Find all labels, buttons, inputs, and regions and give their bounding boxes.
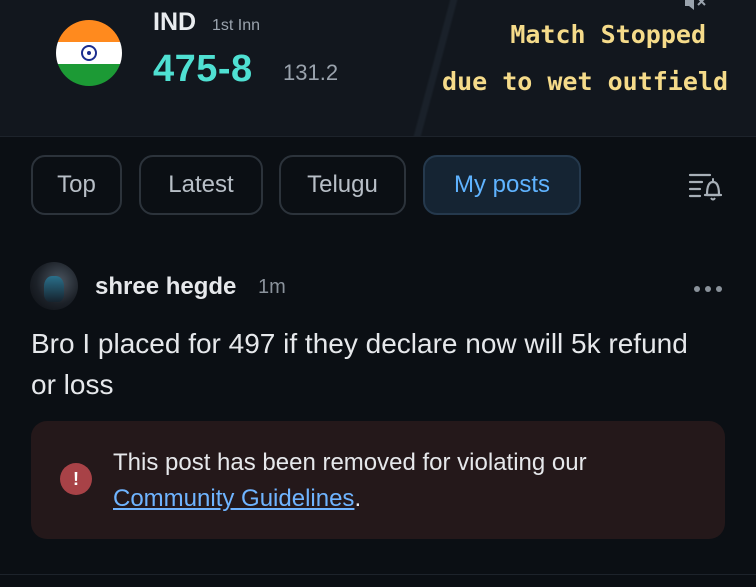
- more-options-icon[interactable]: [693, 285, 723, 293]
- overs-count: 131.2: [283, 60, 339, 85]
- post-body: Bro I placed for 497 if they declare now…: [31, 328, 688, 400]
- tab-my-posts[interactable]: My posts: [423, 155, 581, 215]
- removed-notice: ! This post has been removed for violati…: [31, 421, 725, 539]
- mute-icon[interactable]: [683, 0, 707, 10]
- match-status-line-2: due to wet outfield: [442, 67, 728, 96]
- community-guidelines-link[interactable]: Community Guidelines: [113, 485, 354, 512]
- divider: [0, 574, 756, 575]
- match-status-line-1: Match Stopped: [510, 20, 706, 49]
- post-author[interactable]: shree hegde: [95, 273, 236, 301]
- avatar[interactable]: [30, 262, 78, 310]
- post-time: 1m: [258, 276, 286, 298]
- removed-notice-text: This post has been removed for violating…: [113, 445, 703, 517]
- feed-tabs: Top Latest Telugu My posts: [0, 155, 756, 215]
- tab-top[interactable]: Top: [31, 155, 122, 215]
- score-header[interactable]: IND 1st Inn 475-8 131.2 Match Stopped du…: [0, 0, 756, 137]
- warning-icon: !: [60, 463, 92, 495]
- team-score: 475-8: [153, 48, 253, 90]
- team-name: IND: [153, 8, 197, 36]
- notification-filter-icon[interactable]: [688, 170, 722, 202]
- innings-label: 1st Inn: [212, 17, 261, 34]
- tab-telugu[interactable]: Telugu: [279, 155, 406, 215]
- removed-notice-message: This post has been removed for violating…: [113, 449, 587, 476]
- india-flag-icon: [56, 20, 122, 86]
- tab-latest[interactable]: Latest: [139, 155, 263, 215]
- removed-notice-suffix: .: [354, 485, 362, 512]
